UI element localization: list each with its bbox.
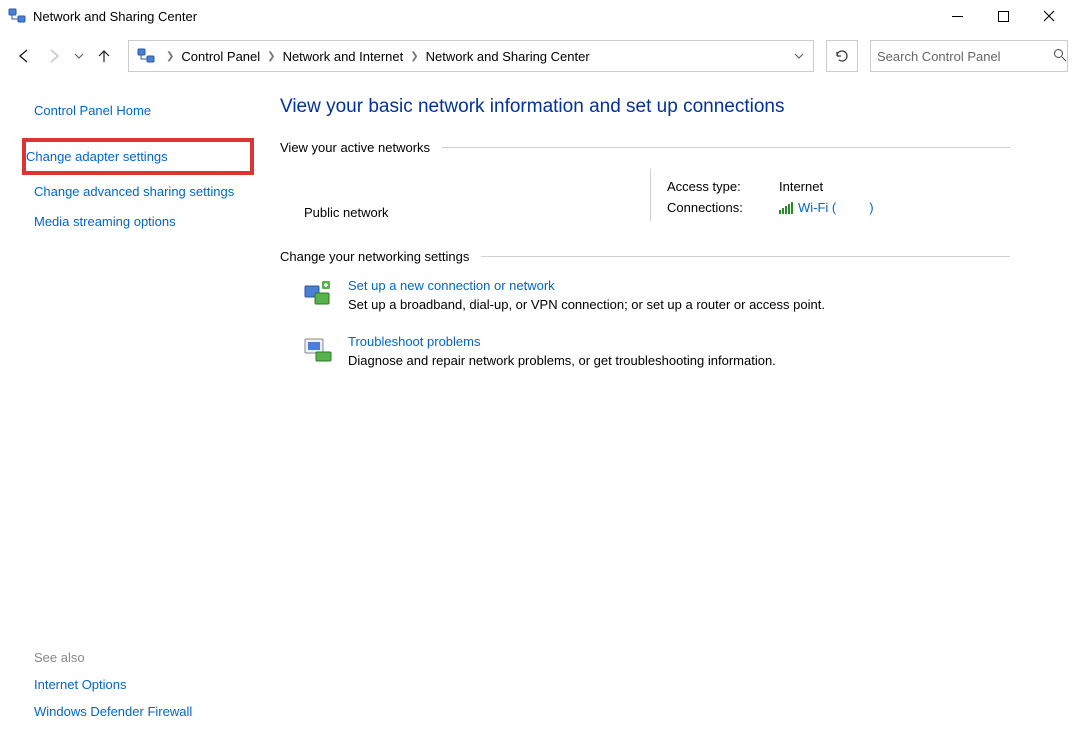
network-category-label: Public network: [304, 205, 650, 220]
setup-connection-icon: [302, 278, 334, 310]
address-dropdown-icon[interactable]: [789, 49, 809, 64]
wifi-name: Wi-Fi (: [798, 200, 836, 215]
wifi-name-tail: ): [869, 200, 873, 215]
see-also-internet-options[interactable]: Internet Options: [34, 671, 242, 699]
see-also-heading: See also: [34, 650, 242, 671]
troubleshoot-link[interactable]: Troubleshoot problems: [348, 334, 776, 349]
section-change-label: Change your networking settings: [280, 249, 469, 264]
minimize-button[interactable]: [934, 0, 980, 32]
address-icon: [137, 47, 155, 65]
navigation-bar: ❯ Control Panel ❯ Network and Internet ❯…: [0, 38, 1080, 74]
window-titlebar: Network and Sharing Center: [0, 0, 1080, 32]
chevron-right-icon[interactable]: ❯: [267, 51, 275, 62]
see-also-links: Internet Options Windows Defender Firewa…: [34, 671, 242, 742]
connections-label: Connections:: [667, 200, 779, 215]
page-title: View your basic network information and …: [280, 96, 1010, 118]
section-change-settings: Change your networking settings: [280, 249, 1010, 264]
window-controls: [934, 0, 1072, 32]
active-network-block: Public network Access type: Internet Con…: [280, 169, 1010, 249]
highlighted-link-frame: Change adapter settings: [22, 138, 254, 176]
breadcrumb-item[interactable]: Network and Sharing Center: [426, 49, 590, 64]
sidebar: Control Panel Home Change adapter settin…: [0, 96, 260, 742]
breadcrumb-item[interactable]: Control Panel: [181, 49, 260, 64]
search-icon[interactable]: [1053, 48, 1067, 65]
wifi-connection-link[interactable]: Wi-Fi ( ): [779, 200, 874, 215]
access-type-value: Internet: [779, 179, 823, 194]
app-icon: [8, 7, 26, 25]
sidebar-link-home[interactable]: Control Panel Home: [34, 96, 242, 126]
wifi-signal-icon: [779, 202, 793, 214]
forward-button[interactable]: [42, 40, 66, 72]
search-input[interactable]: [877, 49, 1053, 64]
up-button[interactable]: [92, 40, 116, 72]
breadcrumb: ❯ Control Panel ❯ Network and Internet ❯…: [161, 49, 789, 64]
sidebar-link-adapter[interactable]: Change adapter settings: [18, 142, 250, 172]
back-button[interactable]: [12, 40, 36, 72]
breadcrumb-item[interactable]: Network and Internet: [283, 49, 404, 64]
network-details: Access type: Internet Connections: Wi-Fi…: [651, 169, 874, 221]
setup-connection-link[interactable]: Set up a new connection or network: [348, 278, 825, 293]
refresh-button[interactable]: [826, 40, 858, 72]
chevron-right-icon[interactable]: ❯: [410, 51, 418, 62]
maximize-button[interactable]: [980, 0, 1026, 32]
setup-connection-item: Set up a new connection or network Set u…: [280, 278, 1010, 312]
troubleshoot-icon: [302, 334, 334, 366]
chevron-right-icon[interactable]: ❯: [166, 51, 174, 62]
access-type-label: Access type:: [667, 179, 779, 194]
content-area: Control Panel Home Change adapter settin…: [0, 74, 1080, 742]
sidebar-link-media[interactable]: Media streaming options: [34, 207, 242, 237]
window-title: Network and Sharing Center: [33, 9, 934, 24]
see-also-firewall[interactable]: Windows Defender Firewall: [34, 698, 242, 726]
recent-locations-dropdown[interactable]: [72, 51, 86, 61]
section-active-networks: View your active networks: [280, 140, 1010, 155]
troubleshoot-desc: Diagnose and repair network problems, or…: [348, 353, 776, 368]
sidebar-link-sharing[interactable]: Change advanced sharing settings: [34, 177, 242, 207]
address-bar[interactable]: ❯ Control Panel ❯ Network and Internet ❯…: [128, 40, 814, 72]
main-panel: View your basic network information and …: [260, 96, 1080, 742]
search-box[interactable]: [870, 40, 1068, 72]
section-active-label: View your active networks: [280, 140, 430, 155]
close-button[interactable]: [1026, 0, 1072, 32]
network-type: Public network: [280, 169, 650, 221]
troubleshoot-item: Troubleshoot problems Diagnose and repai…: [280, 334, 1010, 368]
setup-connection-desc: Set up a broadband, dial-up, or VPN conn…: [348, 297, 825, 312]
